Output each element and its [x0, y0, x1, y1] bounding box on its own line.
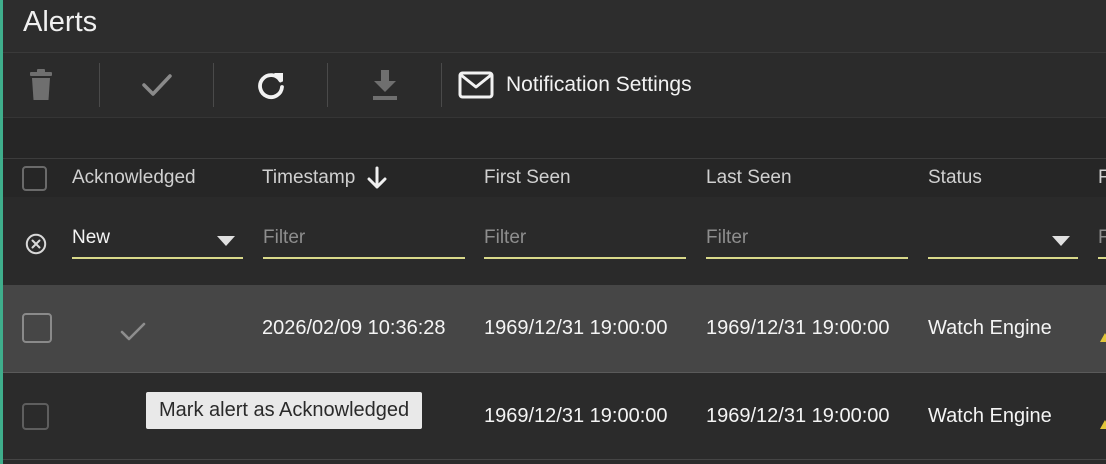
- toolbar: Notification Settings: [3, 53, 1106, 117]
- toolbar-divider: [99, 63, 100, 107]
- status-filter-select[interactable]: [928, 219, 1078, 259]
- first-seen-filter-placeholder: Filter: [484, 227, 527, 248]
- envelope-icon: [458, 71, 494, 99]
- select-all-checkbox[interactable]: [22, 166, 47, 191]
- check-icon: [142, 74, 172, 96]
- toolbar-divider: [441, 63, 442, 107]
- trash-icon: [30, 69, 52, 100]
- row-status: Watch Engine: [928, 317, 1052, 339]
- notification-settings-button[interactable]: Notification Settings: [458, 53, 692, 117]
- last-seen-filter-input[interactable]: Filter: [706, 219, 908, 259]
- acknowledge-button[interactable]: [137, 53, 177, 117]
- filter-row: New Filter Filter Filter F: [3, 197, 1106, 285]
- arrow-down-icon: [367, 166, 387, 189]
- download-icon: [373, 70, 397, 100]
- extra-filter-placeholder: F: [1098, 227, 1106, 248]
- column-header-truncated[interactable]: F: [1098, 159, 1106, 197]
- table-row[interactable]: 2026/02/09 10:36:28 1969/12/31 19:00:00 …: [3, 285, 1106, 373]
- row-checkbox[interactable]: [22, 313, 52, 343]
- row-first-seen: 1969/12/31 19:00:00: [484, 317, 668, 339]
- last-seen-filter-placeholder: Filter: [706, 227, 749, 248]
- column-header-timestamp-label: Timestamp: [262, 167, 356, 188]
- clear-filters-icon[interactable]: [25, 233, 47, 255]
- column-header-last-seen[interactable]: Last Seen: [706, 159, 792, 197]
- row-status: Watch Engine: [928, 405, 1052, 427]
- row-first-seen: 1969/12/31 19:00:00: [484, 405, 668, 427]
- delete-button[interactable]: [21, 53, 61, 117]
- download-button[interactable]: [365, 53, 405, 117]
- toolbar-divider: [213, 63, 214, 107]
- title-bar: Alerts: [3, 0, 1106, 53]
- refresh-button[interactable]: [251, 53, 291, 117]
- table-header: Acknowledged Timestamp First Seen Last S…: [3, 158, 1106, 198]
- warning-icon: [1100, 420, 1106, 429]
- toolbar-spacer: [3, 117, 1106, 158]
- column-header-acknowledged[interactable]: Acknowledged: [72, 159, 196, 197]
- acknowledge-tooltip: Mark alert as Acknowledged: [146, 392, 423, 429]
- toolbar-divider: [327, 63, 328, 107]
- acknowledged-filter-value: New: [72, 227, 111, 248]
- check-icon[interactable]: [120, 322, 146, 342]
- row-timestamp: 2026/02/09 10:36:28: [262, 317, 446, 339]
- refresh-icon: [258, 73, 284, 99]
- chevron-down-icon: [1052, 236, 1070, 246]
- acknowledged-filter-select[interactable]: New: [72, 219, 243, 259]
- column-header-timestamp[interactable]: Timestamp: [262, 159, 387, 197]
- timestamp-filter-input[interactable]: Filter: [263, 219, 465, 259]
- column-header-first-seen[interactable]: First Seen: [484, 159, 571, 197]
- extra-filter-input[interactable]: F: [1098, 219, 1106, 259]
- row-last-seen: 1969/12/31 19:00:00: [706, 317, 890, 339]
- page-title: Alerts: [23, 6, 98, 38]
- row-last-seen: 1969/12/31 19:00:00: [706, 405, 890, 427]
- row-checkbox[interactable]: [22, 403, 49, 430]
- timestamp-filter-placeholder: Filter: [263, 227, 306, 248]
- chevron-down-icon: [217, 236, 235, 246]
- warning-icon: [1100, 333, 1106, 342]
- first-seen-filter-input[interactable]: Filter: [484, 219, 686, 259]
- notification-settings-label: Notification Settings: [506, 73, 692, 96]
- column-header-status[interactable]: Status: [928, 159, 982, 197]
